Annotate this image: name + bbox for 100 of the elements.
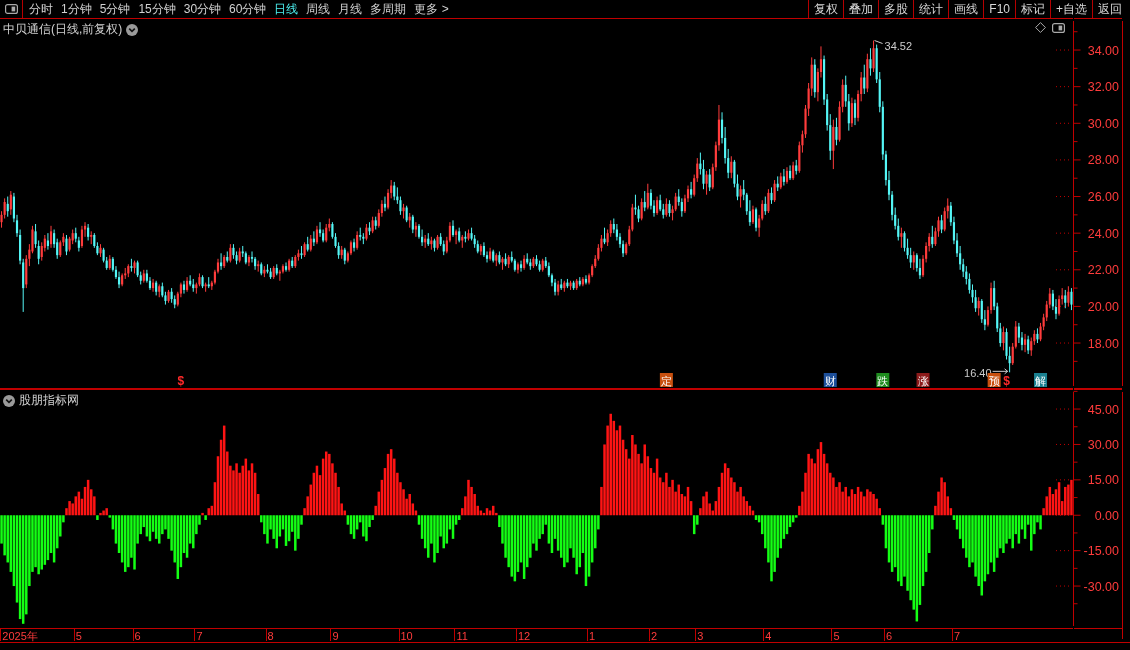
event-tag[interactable]: 财 (823, 373, 837, 387)
period-tab[interactable]: 30分钟 (179, 0, 226, 18)
axis-label: 0.00 (1094, 508, 1119, 523)
candlestick (705, 170, 708, 196)
toolbar-button[interactable]: 标记 (1015, 0, 1050, 18)
toolbar-button[interactable]: 复权 (808, 0, 844, 18)
bar (201, 512, 204, 516)
candlestick (1023, 333, 1027, 353)
candlestick (182, 280, 186, 295)
period-tab[interactable]: 1分钟 (57, 0, 96, 18)
bar (37, 515, 40, 575)
axis-label: 24.00 (1087, 226, 1119, 241)
axis-label: 28.00 (1087, 153, 1119, 168)
period-tab[interactable]: 15分钟 (134, 0, 180, 18)
event-tag[interactable]: 跌 (876, 373, 890, 387)
toolbar-button[interactable]: 多股 (878, 0, 914, 18)
period-tab[interactable]: 多周期 (366, 0, 411, 18)
period-tab[interactable]: 周线 (302, 0, 335, 18)
bar (631, 435, 634, 516)
date-label: 7 (196, 629, 203, 642)
chevron-down-icon[interactable] (3, 394, 15, 407)
event-tag[interactable]: 解 (1034, 373, 1048, 387)
candlestick (643, 190, 646, 212)
toolbar-button[interactable]: 统计 (913, 0, 949, 18)
diamond-icon[interactable] (1035, 22, 1046, 33)
bar (563, 515, 566, 568)
candlestick (835, 117, 838, 146)
period-tab[interactable]: 60分钟 (225, 0, 271, 18)
bar (940, 477, 943, 516)
date-label: 3 (697, 629, 704, 642)
axis-label: 30.00 (1087, 437, 1119, 452)
bar (133, 515, 136, 570)
date-label: 6 (885, 629, 893, 642)
bar (365, 515, 368, 542)
panel-toggle-icon[interactable] (1052, 22, 1065, 33)
toolbar-button[interactable]: F10 (983, 0, 1015, 18)
event-symbol[interactable]: $ (1003, 374, 1010, 388)
candlestick (1058, 294, 1061, 317)
date-label: 5 (75, 629, 82, 642)
candlestick (869, 47, 872, 77)
bar (467, 479, 470, 516)
panel-toggle-icon[interactable] (4, 4, 18, 14)
bar (204, 515, 207, 520)
candlestick (451, 219, 455, 238)
bar (541, 515, 544, 535)
candlestick (751, 205, 755, 225)
candlestick (352, 238, 356, 252)
event-symbol[interactable]: $ (177, 374, 185, 388)
bar (1030, 515, 1033, 551)
toolbar-button[interactable]: 返回 (1092, 0, 1127, 18)
candlestick (1067, 285, 1070, 307)
period-tab[interactable]: 月线 (334, 0, 367, 18)
date-label: 11 (456, 629, 468, 642)
bar (294, 515, 297, 551)
bar (362, 515, 365, 537)
candlestick (680, 197, 683, 218)
toolbar-button[interactable]: 画线 (948, 0, 984, 18)
date-label: 5 (833, 629, 840, 642)
bar (968, 515, 971, 568)
bar (235, 463, 238, 516)
high-price-callout: 34.52 (874, 40, 913, 52)
axis-label: 45.00 (1087, 402, 1119, 417)
bar (897, 515, 900, 582)
bar (40, 515, 43, 570)
toolbar-button[interactable]: 叠加 (843, 0, 879, 18)
period-tab[interactable]: 日线 (270, 0, 303, 18)
bar (832, 477, 835, 516)
date-label: 4 (765, 629, 772, 642)
bar (433, 515, 436, 563)
date-label: 7 (954, 629, 961, 642)
candlestick (1030, 337, 1033, 357)
candlestick (516, 261, 520, 274)
candlestick (1070, 287, 1073, 311)
date-label: 2 (650, 629, 658, 642)
event-tag[interactable]: 定 (659, 373, 673, 387)
candlestick (690, 181, 693, 199)
axis-label: 20.00 (1087, 299, 1119, 314)
period-tab[interactable]: 5分钟 (95, 0, 135, 18)
bar (68, 501, 71, 516)
period-tab[interactable]: 更多 > (410, 0, 453, 18)
bar (127, 515, 130, 568)
candlestick (748, 199, 751, 227)
candlestick (1064, 289, 1067, 309)
bar (677, 484, 680, 516)
chevron-down-icon[interactable] (126, 23, 139, 36)
bar (1064, 486, 1067, 516)
candlestick (65, 234, 68, 256)
bar (866, 489, 869, 516)
bar (705, 491, 708, 516)
bar (442, 515, 445, 549)
candlestick (356, 230, 359, 251)
axis-label: 26.00 (1087, 190, 1119, 205)
event-tag[interactable]: 涨 (916, 373, 930, 387)
bar (99, 512, 102, 516)
date-label: 9 (332, 629, 339, 642)
candlestick (900, 227, 903, 249)
toolbar-button[interactable]: +自选 (1050, 0, 1092, 18)
bar (795, 515, 798, 518)
bar (702, 496, 705, 516)
period-tab[interactable]: 分时 (25, 0, 57, 18)
